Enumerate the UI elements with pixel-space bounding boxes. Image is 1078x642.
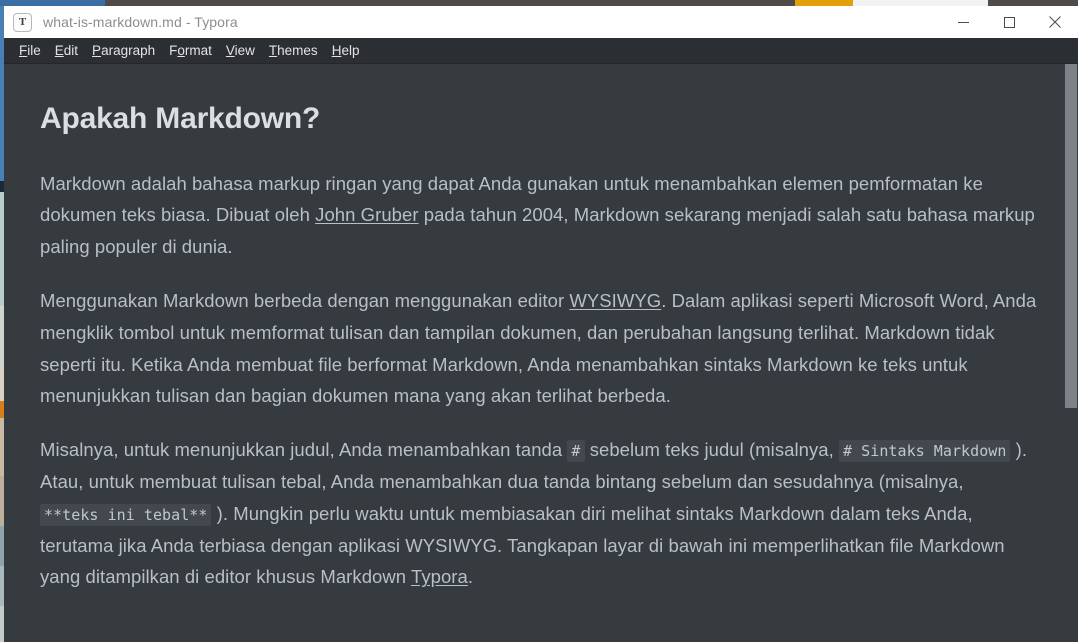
link-typora[interactable]: Typora: [411, 566, 468, 587]
link-wysiwyg[interactable]: WYSIWYG: [569, 290, 661, 311]
menu-item-file[interactable]: File: [12, 38, 48, 63]
paragraph-3: Misalnya, untuk menunjukkan judul, Anda …: [40, 434, 1038, 593]
typora-app-icon: T: [13, 13, 32, 32]
document-content[interactable]: Apakah Markdown? Markdown adalah bahasa …: [4, 64, 1078, 593]
menu-item-themes[interactable]: Themes: [262, 38, 325, 63]
paragraph-3-text-part-1: Misalnya, untuk menunjukkan judul, Anda …: [40, 439, 567, 460]
window-controls: [940, 6, 1078, 38]
link-john-gruber[interactable]: John Gruber: [315, 204, 418, 225]
menu-item-help[interactable]: Help: [325, 38, 367, 63]
document-heading: Apakah Markdown?: [40, 100, 1038, 138]
paragraph-2-text-part-1: Menggunakan Markdown berbeda dengan meng…: [40, 290, 569, 311]
menu-bar: File Edit Paragraph Format View Themes H…: [4, 38, 1078, 64]
window-title: what-is-markdown.md - Typora: [43, 14, 238, 30]
paragraph-3-text-part-2: sebelum teks judul (misalnya,: [585, 439, 840, 460]
editor-scrollbar-thumb[interactable]: [1065, 64, 1077, 408]
paragraph-2: Menggunakan Markdown berbeda dengan meng…: [40, 285, 1038, 412]
close-button[interactable]: [1032, 6, 1078, 38]
typora-window: T what-is-markdown.md - Typora: [4, 6, 1078, 642]
title-bar: T what-is-markdown.md - Typora: [4, 6, 1078, 38]
editor-area[interactable]: Apakah Markdown? Markdown adalah bahasa …: [4, 64, 1078, 642]
menu-item-view[interactable]: View: [219, 38, 262, 63]
inline-code-bold-example: **teks ini tebal**: [40, 504, 211, 526]
inline-code-hash: #: [567, 440, 584, 462]
inline-code-sintaks-markdown: # Sintaks Markdown: [839, 440, 1010, 462]
menu-item-edit[interactable]: Edit: [48, 38, 85, 63]
minimize-button[interactable]: [940, 6, 986, 38]
editor-scrollbar[interactable]: [1064, 64, 1078, 642]
menu-item-paragraph[interactable]: Paragraph: [85, 38, 162, 63]
maximize-button[interactable]: [986, 6, 1032, 38]
menu-item-format[interactable]: Format: [162, 38, 219, 63]
paragraph-3-text-part-5: .: [468, 566, 473, 587]
paragraph-1: Markdown adalah bahasa markup ringan yan…: [40, 168, 1038, 263]
